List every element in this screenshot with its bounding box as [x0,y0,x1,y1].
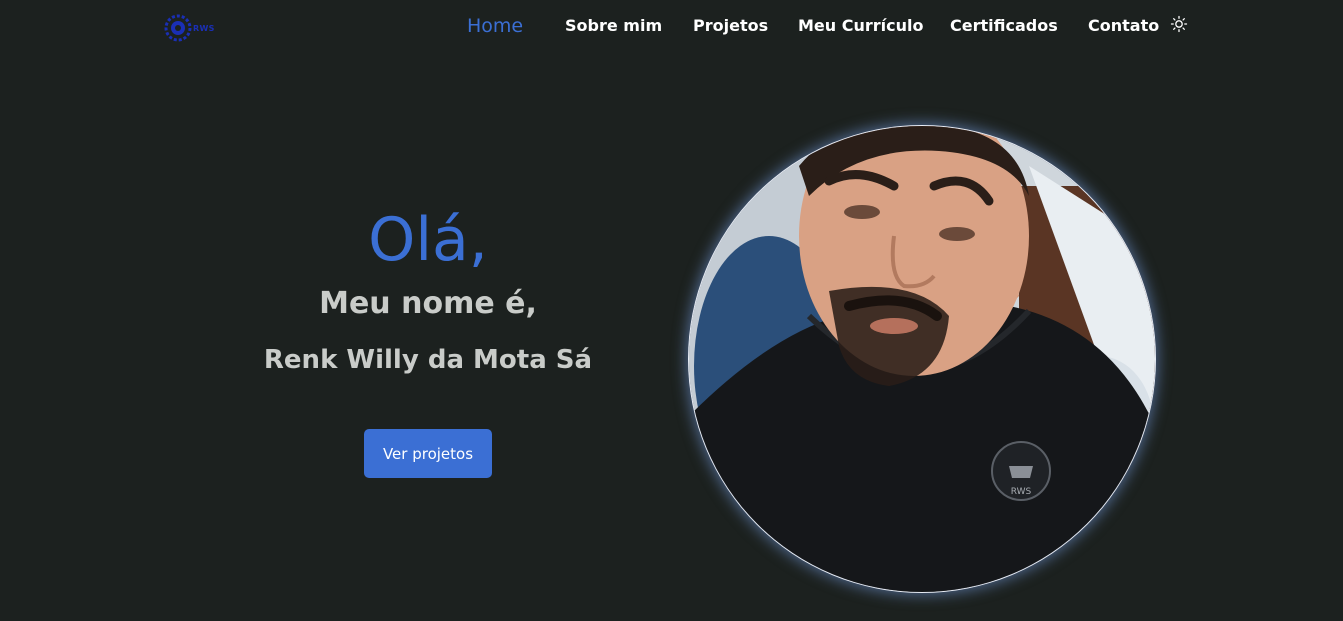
shirt-badge-text: RWS [1011,487,1032,497]
nav-item-contato[interactable]: Contato [1088,16,1159,35]
hero-greeting: Olá, [368,205,488,275]
hero-subtitle: Meu nome é, [319,286,537,321]
hero-name: Renk Willy da Mota Sá [263,345,593,375]
nav-item-sobre-mim[interactable]: Sobre mim [565,16,662,35]
logo[interactable]: RWS [164,14,220,42]
theme-toggle-button[interactable] [1170,15,1188,33]
profile-photo-illustration: RWS [689,126,1155,592]
logo-text: RWS [193,23,215,33]
nav-item-certificados[interactable]: Certificados [950,16,1058,35]
nav-item-home[interactable]: Home [467,15,523,37]
top-navigation: RWS Home Sobre mim Projetos Meu Currícul… [0,0,1343,52]
logo-icon [164,14,192,42]
profile-photo: RWS [689,126,1155,592]
nav-item-projetos[interactable]: Projetos [693,16,768,35]
page: RWS Home Sobre mim Projetos Meu Currícul… [0,0,1343,621]
sun-icon [1170,15,1188,33]
nav-item-meu-curriculo[interactable]: Meu Currículo [798,16,923,35]
view-projects-button[interactable]: Ver projetos [364,429,492,478]
